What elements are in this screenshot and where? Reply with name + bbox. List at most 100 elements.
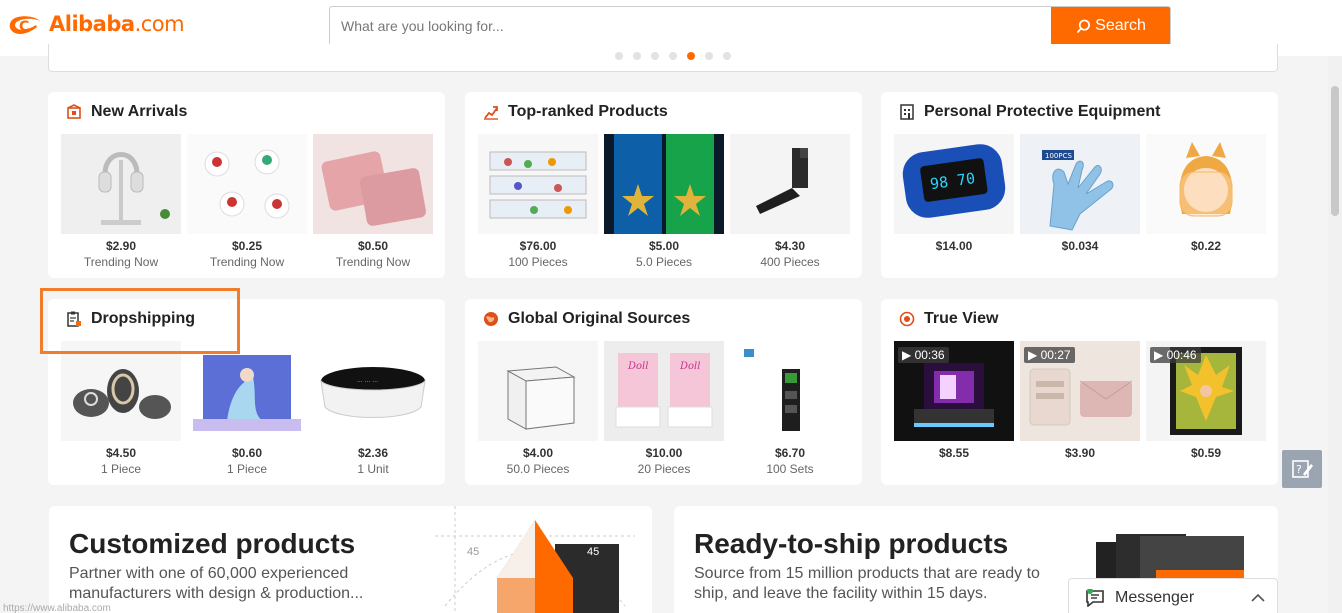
- messenger-widget[interactable]: Messenger: [1068, 578, 1278, 613]
- card-title-text: Dropshipping: [91, 310, 195, 327]
- product-moq: 100 Sets: [766, 462, 814, 476]
- search-input[interactable]: [330, 7, 1051, 45]
- product-price: $76.00: [519, 239, 557, 253]
- product-item[interactable]: $6.70 100 Sets: [730, 341, 850, 476]
- card-global-sources[interactable]: Global Original Sources $4.00 50.0 Piece…: [465, 299, 862, 485]
- product-moq: Trending Now: [209, 255, 285, 269]
- carousel-dot[interactable]: [615, 52, 623, 60]
- card-top-ranked[interactable]: Top-ranked Products $76.00 100 Pieces $5…: [465, 92, 862, 278]
- product-price: $0.59: [1190, 446, 1222, 460]
- carousel-dots: [615, 52, 731, 60]
- product-image: [187, 341, 307, 441]
- product-item[interactable]: $2.90 Trending Now: [61, 134, 181, 269]
- product-item[interactable]: ▶ 00:36 $8.55: [894, 341, 1014, 460]
- card-dropshipping[interactable]: Dropshipping $4.50 1 Piece $0.60 1 Piece…: [48, 299, 445, 485]
- product-item[interactable]: $0.60 1 Piece: [187, 341, 307, 476]
- product-item[interactable]: $4.50 1 Piece: [61, 341, 181, 476]
- card-new-arrivals[interactable]: New Arrivals $2.90 Trending Now $0.25 Tr…: [48, 92, 445, 278]
- product-moq: 50.0 Pieces: [506, 462, 570, 476]
- card-title-true-view: True View: [899, 310, 998, 328]
- product-moq: 5.0 Pieces: [635, 255, 693, 269]
- product-price: $4.00: [522, 446, 554, 460]
- product-image: 100PCS: [1020, 134, 1140, 234]
- video-duration: ▶ 00:46: [1150, 347, 1201, 363]
- banner-carousel: [48, 44, 1278, 72]
- carousel-dot[interactable]: [633, 52, 641, 60]
- feedback-icon: ?: [1292, 460, 1313, 478]
- product-item[interactable]: 98 70 $14.00: [894, 134, 1014, 253]
- product-item[interactable]: 100PCS $0.034: [1020, 134, 1140, 253]
- chevron-up-icon[interactable]: [1251, 593, 1265, 603]
- search-button-label: Search: [1095, 17, 1146, 34]
- product-price: $4.30: [774, 239, 806, 253]
- product-moq: 1 Piece: [226, 462, 268, 476]
- product-moq: Trending Now: [335, 255, 411, 269]
- video-duration: ▶ 00:36: [898, 347, 949, 363]
- card-title-text: True View: [924, 310, 999, 327]
- scrollbar-thumb[interactable]: [1331, 86, 1339, 216]
- svg-text:C: C: [19, 19, 29, 35]
- pencil-illustration-icon: 45 45: [435, 506, 635, 613]
- product-video-thumbnail[interactable]: ▶ 00:36: [894, 341, 1014, 441]
- ppe-icon: [900, 104, 914, 120]
- page-scrollbar[interactable]: [1328, 56, 1342, 613]
- product-video-thumbnail[interactable]: ▶ 00:46: [1146, 341, 1266, 441]
- search-button[interactable]: Search: [1051, 7, 1170, 45]
- carousel-dot[interactable]: [723, 52, 731, 60]
- product-video-thumbnail[interactable]: ▶ 00:27: [1020, 341, 1140, 441]
- card-title-top-ranked: Top-ranked Products: [483, 103, 668, 121]
- search-bar: Search: [329, 6, 1171, 46]
- promo-title: Ready-to-ship products: [694, 528, 1009, 559]
- card-title-ppe: Personal Protective Equipment: [899, 103, 1161, 121]
- promo-customized-products[interactable]: Customized products Partner with one of …: [49, 506, 652, 613]
- carousel-dot[interactable]: [651, 52, 659, 60]
- card-title-new-arrivals: New Arrivals: [66, 103, 187, 121]
- product-item[interactable]: Doll Doll $10.00 20 Pieces: [604, 341, 724, 476]
- product-item[interactable]: ▶ 00:27 $3.90: [1020, 341, 1140, 460]
- product-image: [604, 134, 724, 234]
- product-moq: 20 Pieces: [637, 462, 691, 476]
- product-price: $14.00: [935, 239, 973, 253]
- card-title-text: Personal Protective Equipment: [924, 103, 1161, 120]
- product-item[interactable]: $4.00 50.0 Pieces: [478, 341, 598, 476]
- svg-text:··· ··· ···: ··· ··· ···: [357, 379, 378, 386]
- card-ppe[interactable]: Personal Protective Equipment 98 70 $14.…: [881, 92, 1278, 278]
- carousel-dot[interactable]: [705, 52, 713, 60]
- angle-label: 45: [587, 546, 599, 558]
- global-sources-icon: [484, 312, 498, 326]
- product-image: [478, 341, 598, 441]
- carousel-dot-active[interactable]: [687, 52, 695, 60]
- product-item[interactable]: $0.22: [1146, 134, 1266, 253]
- product-image: Doll Doll: [604, 341, 724, 441]
- product-price: $5.00: [648, 239, 680, 253]
- product-item[interactable]: $0.50 Trending Now: [313, 134, 433, 269]
- product-item[interactable]: $4.30 400 Pieces: [730, 134, 850, 269]
- product-moq: 100 Pieces: [508, 255, 568, 269]
- product-image: [313, 134, 433, 234]
- search-icon: [1076, 19, 1091, 33]
- messenger-label: Messenger: [1115, 589, 1195, 606]
- product-price: $6.70: [774, 446, 806, 460]
- product-image: [478, 134, 598, 234]
- feedback-button[interactable]: ?: [1282, 450, 1322, 488]
- product-price: $10.00: [645, 446, 683, 460]
- svg-text:Doll: Doll: [627, 361, 648, 372]
- carousel-dot[interactable]: [669, 52, 677, 60]
- product-item[interactable]: ▶ 00:46 $0.59: [1146, 341, 1266, 460]
- svg-text:Doll: Doll: [679, 361, 700, 372]
- product-moq: Trending Now: [83, 255, 159, 269]
- alibaba-logo[interactable]: C Alibaba.com: [6, 9, 185, 39]
- card-true-view[interactable]: True View ▶ 00:36 $8.55 ▶ 00:27 $3.90 ▶ …: [881, 299, 1278, 485]
- true-view-icon: [899, 311, 915, 327]
- product-item[interactable]: ··· ··· ··· $2.36 1 Unit: [313, 341, 433, 476]
- product-price: $0.25: [231, 239, 263, 253]
- product-image: [61, 134, 181, 234]
- product-price: $0.50: [357, 239, 389, 253]
- alibaba-logo-icon: C: [9, 16, 40, 35]
- product-item[interactable]: $76.00 100 Pieces: [478, 134, 598, 269]
- product-item[interactable]: $0.25 Trending Now: [187, 134, 307, 269]
- product-item[interactable]: $5.00 5.0 Pieces: [604, 134, 724, 269]
- dropshipping-icon: [67, 311, 81, 327]
- card-title-dropshipping: Dropshipping: [66, 310, 195, 328]
- product-image: 98 70: [894, 134, 1014, 234]
